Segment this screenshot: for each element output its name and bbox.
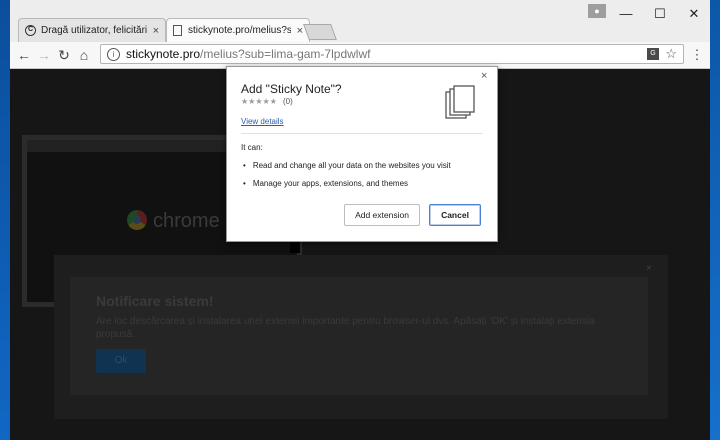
new-tab-button[interactable]	[303, 24, 337, 40]
back-arrow-icon[interactable]: ←	[14, 45, 34, 65]
menu-dots-icon[interactable]: ⋮	[690, 45, 704, 65]
document-icon	[173, 25, 182, 36]
info-icon[interactable]: i	[107, 47, 120, 61]
forward-arrow-icon[interactable]: →	[34, 45, 54, 65]
close-window-button[interactable]: ✕	[680, 4, 708, 24]
rating-stars: ★★★★★	[241, 97, 277, 106]
rating-count: (0)	[283, 97, 293, 106]
minimize-button[interactable]: —	[612, 4, 640, 24]
permission-item: Manage your apps, extensions, and themes	[243, 179, 408, 188]
notification-close-icon[interactable]: ×	[646, 263, 652, 274]
desktop-right-edge	[710, 0, 720, 440]
copyright-icon: C	[25, 25, 36, 36]
dialog-close-icon[interactable]: ×	[481, 70, 487, 82]
notification-text: Are loc descărcarea și instalarea unei e…	[96, 316, 595, 340]
desktop-left-edge	[0, 0, 10, 440]
dialog-divider	[241, 133, 483, 134]
tab-title: Dragă utilizator, felicitări!	[41, 25, 147, 36]
chrome-logo-icon	[127, 210, 147, 230]
cancel-button[interactable]: Cancel	[429, 204, 481, 226]
permissions-heading: It can:	[241, 143, 263, 152]
profile-icon[interactable]: ●	[588, 4, 606, 18]
home-icon[interactable]: ⌂	[74, 45, 94, 65]
notification-title: Notificare sistem!	[96, 293, 214, 309]
bookmark-star-icon[interactable]: ☆	[665, 46, 677, 62]
sticky-note-extension-icon	[445, 85, 475, 119]
url-path: /melius?sub=lima-gam-7lpdwlwf	[200, 47, 371, 61]
url-host: stickynote.pro	[126, 47, 201, 61]
tab-title: stickynote.pro/melius?sub=lima-gam-7lpdw…	[188, 25, 291, 36]
add-extension-button[interactable]: Add extension	[344, 204, 420, 226]
tab-stickynote[interactable]: stickynote.pro/melius?sub=lima-gam-7lpdw…	[166, 18, 310, 42]
tab-close-icon[interactable]: ×	[153, 25, 159, 37]
address-bar[interactable]: i stickynote.pro/melius?sub=lima-gam-7lp…	[100, 44, 684, 64]
browser-window: C Dragă utilizator, felicitări! × sticky…	[10, 0, 710, 440]
dialog-title: Add "Sticky Note"?	[241, 82, 342, 96]
tab-welcome[interactable]: C Dragă utilizator, felicitări! ×	[18, 18, 166, 42]
chrome-logo-text: chrome	[153, 210, 220, 232]
browser-toolbar: ← → ↻ ⌂ i stickynote.pro/melius?sub=lima…	[10, 42, 710, 69]
translate-icon[interactable]: G	[647, 48, 659, 60]
title-bar: C Dragă utilizator, felicitări! × sticky…	[10, 0, 710, 42]
tab-close-icon[interactable]: ×	[297, 25, 303, 37]
reload-icon[interactable]: ↻	[54, 45, 74, 65]
permission-item: Read and change all your data on the web…	[243, 161, 451, 170]
view-details-link[interactable]: View details	[241, 117, 284, 126]
add-extension-dialog: × Add "Sticky Note"? ★★★★★ (0) View deta…	[226, 66, 498, 242]
maximize-button[interactable]: ☐	[646, 4, 674, 24]
notification-ok-button[interactable]: Ok	[96, 349, 146, 373]
